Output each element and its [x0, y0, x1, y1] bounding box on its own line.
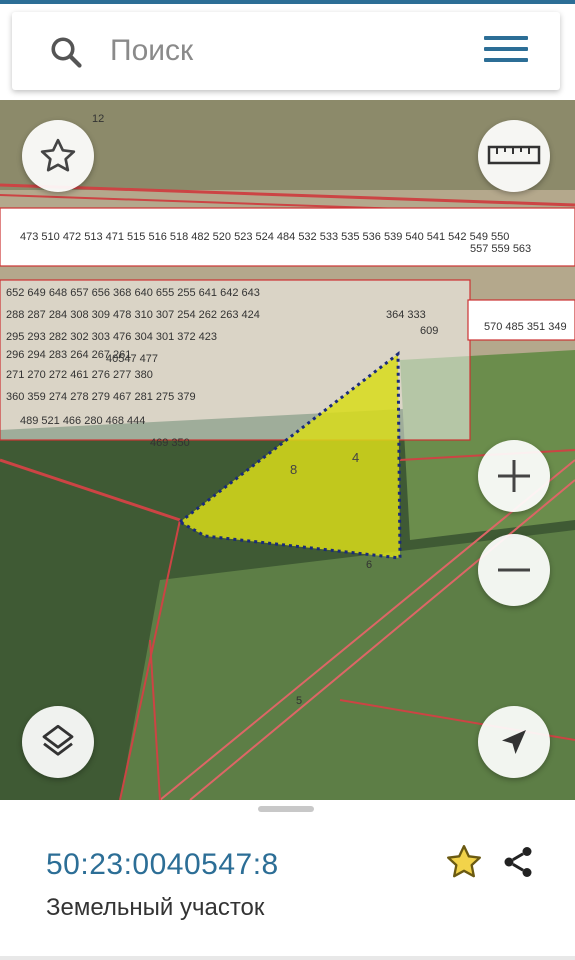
svg-text:6: 6 [366, 559, 372, 571]
svg-text:473 510 472 513 471 515 516 51: 473 510 472 513 471 515 516 518 482 520 … [20, 231, 509, 243]
star-icon [447, 845, 481, 878]
star-icon [40, 138, 76, 172]
svg-text:12: 12 [92, 113, 104, 125]
svg-text:8: 8 [290, 462, 297, 477]
svg-text:4: 4 [352, 450, 359, 465]
layers-button[interactable] [22, 706, 94, 778]
svg-text:295 293 282 302 303 476 304 30: 295 293 282 302 303 476 304 301 372 423 [6, 331, 217, 343]
cadastral-number: 50:23:0040547:8 [46, 848, 279, 881]
plus-icon [498, 460, 530, 492]
svg-text:288 287 284 308 309 478 310 30: 288 287 284 308 309 478 310 307 254 262 … [6, 309, 260, 321]
parcel-type: Земельный участок [46, 894, 265, 921]
svg-text:652 649 648 657 656 368 640 65: 652 649 648 657 656 368 640 655 255 641 … [6, 287, 260, 299]
svg-text:271 270 272 461 276 277 380: 271 270 272 461 276 277 380 [6, 369, 153, 381]
bottom-sheet-handle[interactable] [258, 806, 314, 812]
svg-text:609: 609 [420, 325, 438, 337]
favorite-button[interactable] [444, 842, 484, 887]
share-icon [504, 847, 532, 877]
ruler-icon [487, 145, 541, 165]
svg-text:360 359 274 278 279 467 281 27: 360 359 274 278 279 467 281 275 379 [6, 391, 196, 403]
top-accent-line [0, 0, 575, 4]
svg-text:570 485 351 349: 570 485 351 349 [484, 321, 567, 333]
ruler-button[interactable] [478, 120, 550, 192]
svg-text:557 559 563: 557 559 563 [470, 243, 531, 255]
svg-text:40547 477: 40547 477 [106, 353, 158, 365]
zoom-in-button[interactable] [478, 440, 550, 512]
layers-icon [42, 724, 74, 756]
search-input[interactable]: Поиск [110, 34, 193, 68]
navigation-arrow-icon [502, 730, 526, 754]
bottom-divider [0, 956, 575, 960]
svg-text:489 521 466 280 468 444: 489 521 466 280 468 444 [20, 415, 145, 427]
search-bar[interactable]: Поиск [12, 12, 560, 90]
svg-text:364 333: 364 333 [386, 309, 426, 321]
zoom-out-button[interactable] [478, 534, 550, 606]
minus-icon [498, 568, 530, 572]
favorites-button[interactable] [22, 120, 94, 192]
svg-text:5: 5 [296, 695, 302, 707]
map-view[interactable]: 12 473 510 472 513 471 515 516 518 482 5… [0, 100, 575, 800]
search-icon[interactable] [48, 34, 84, 70]
share-button[interactable] [500, 844, 536, 885]
menu-icon[interactable] [484, 36, 528, 66]
svg-text:469 350: 469 350 [150, 437, 190, 449]
locate-button[interactable] [478, 706, 550, 778]
